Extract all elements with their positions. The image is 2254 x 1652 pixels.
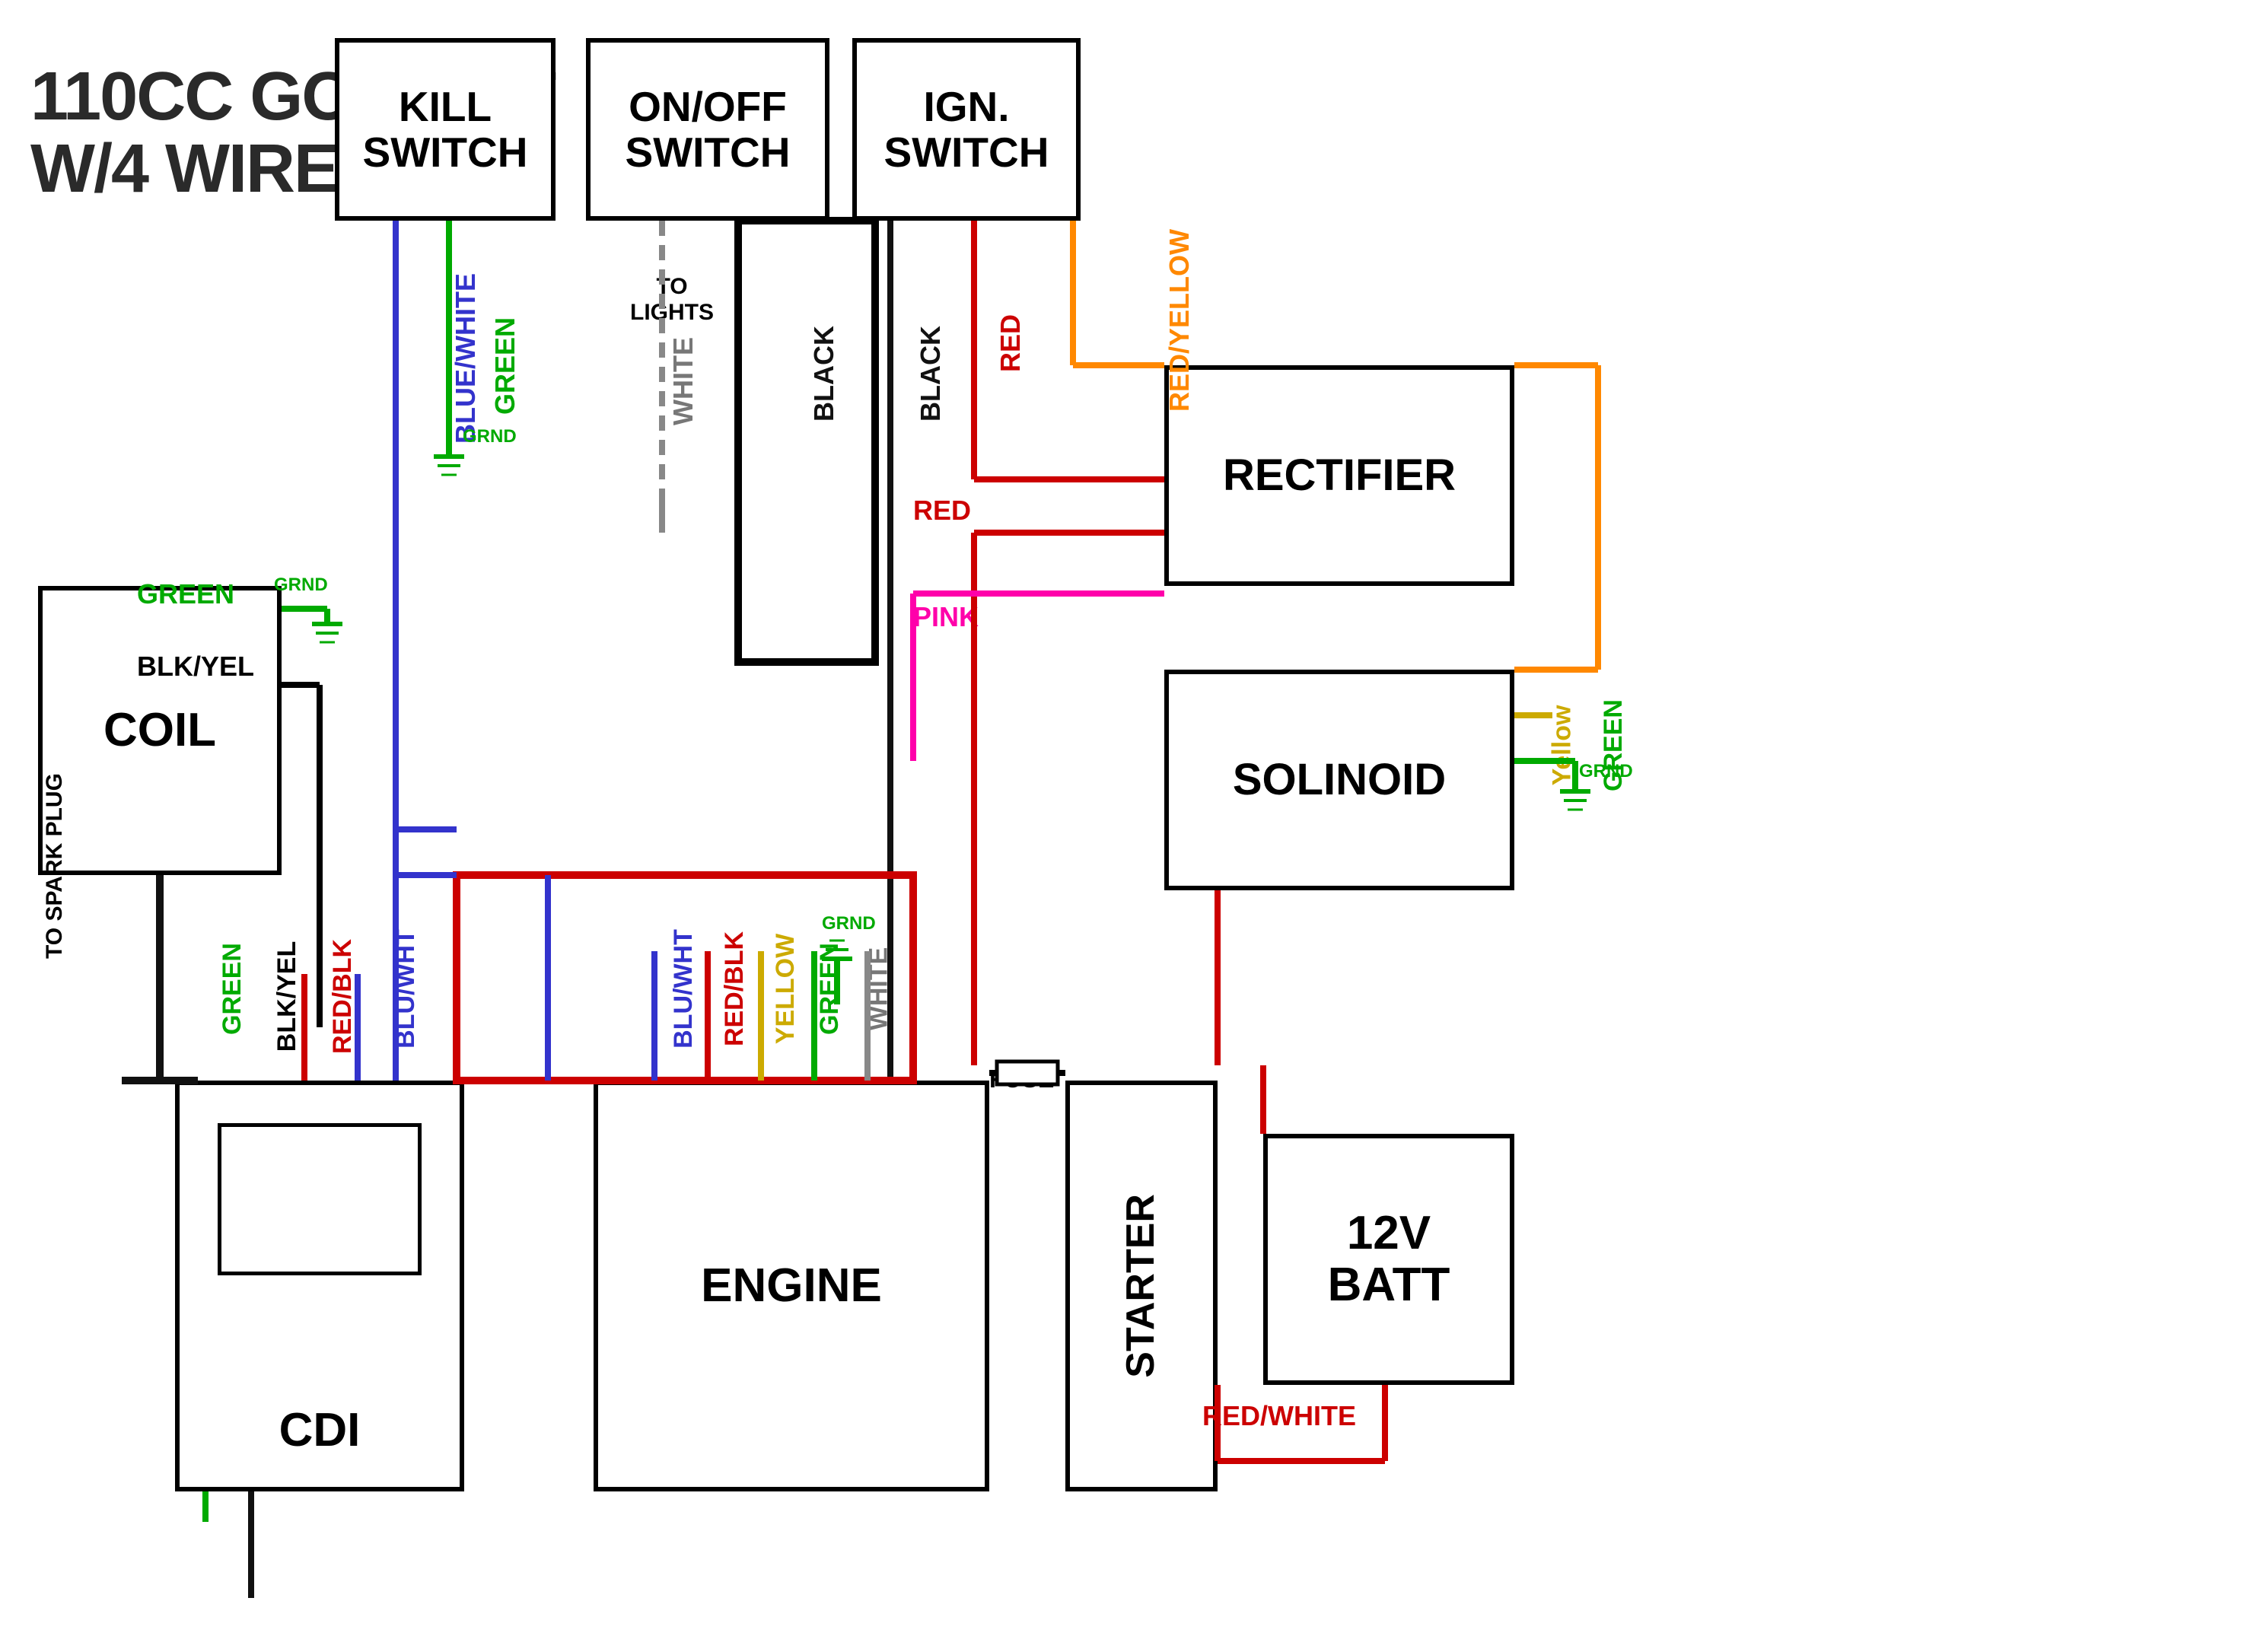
grnd-kill-label: GRND: [463, 426, 517, 447]
grnd-engine-label: GRND: [822, 913, 876, 934]
to-spark-plug-label: TO SPARK PLUG: [42, 898, 68, 959]
solinoid-component: SOLINOID: [1164, 670, 1514, 890]
grnd-solinoid-label: GRND: [1579, 761, 1633, 782]
blue-white-wire-label: BLUE/WHITE: [450, 273, 482, 444]
kill-switch-component: KILLSWITCH: [335, 38, 556, 221]
to-lights-label: TOLIGHTS: [630, 274, 714, 326]
engine-component: ENGINE: [594, 1081, 989, 1491]
cdi-component: CDI: [175, 1081, 464, 1491]
blu-wht-cdi-label: BLU/WHT: [391, 929, 421, 1049]
yellow-solinoid-label: Yellow: [1547, 705, 1577, 786]
black-ign-wire-label: BLACK: [915, 326, 947, 422]
red-blk-engine-label: RED/BLK: [720, 931, 750, 1046]
rectifier-component: RECTIFIER: [1164, 365, 1514, 586]
white-wire-label: WHITE: [667, 337, 699, 425]
green-coil-label: GREEN: [137, 578, 234, 610]
fuse-label: FUSE: [989, 1065, 1054, 1093]
blu-wht-engine-label: BLU/WHT: [669, 929, 699, 1049]
yellow-engine-label: YELLOW: [771, 934, 801, 1044]
wiring-diagram: 110CC GO KART W/4 WIRE CDI COIL CDI ENGI…: [0, 0, 2254, 1652]
green-cdi-label: GREEN: [218, 943, 247, 1035]
red-rectifier-label: RED: [913, 495, 971, 527]
red-white-batt-label: RED/WHITE: [1202, 1400, 1356, 1432]
ign-switch-component: IGN.SWITCH: [852, 38, 1081, 221]
green-engine-label: GREEN: [815, 943, 845, 1035]
white-engine-label: WHITE: [864, 947, 893, 1031]
onoff-switch-component: ON/OFFSWITCH: [586, 38, 829, 221]
coil-component: COIL: [38, 586, 282, 875]
blk-yel-coil-label: BLK/YEL: [137, 651, 254, 683]
starter-component: STARTER: [1065, 1081, 1218, 1491]
red-ign-wire-label: RED: [995, 314, 1027, 372]
blk-yel-cdi-label: BLK/YEL: [272, 941, 302, 1052]
red-yellow-wire-label: RED/YELLOW: [1164, 229, 1195, 412]
black-onoff-wire-label: BLACK: [808, 326, 840, 422]
pink-rectifier-label: PINK: [913, 601, 979, 633]
red-blk-cdi-label: RED/BLK: [328, 939, 358, 1054]
grnd-coil-label: GRND: [274, 575, 328, 596]
battery-component: 12VBATT: [1263, 1134, 1514, 1385]
green-wire-kill-label: GREEN: [489, 317, 521, 415]
